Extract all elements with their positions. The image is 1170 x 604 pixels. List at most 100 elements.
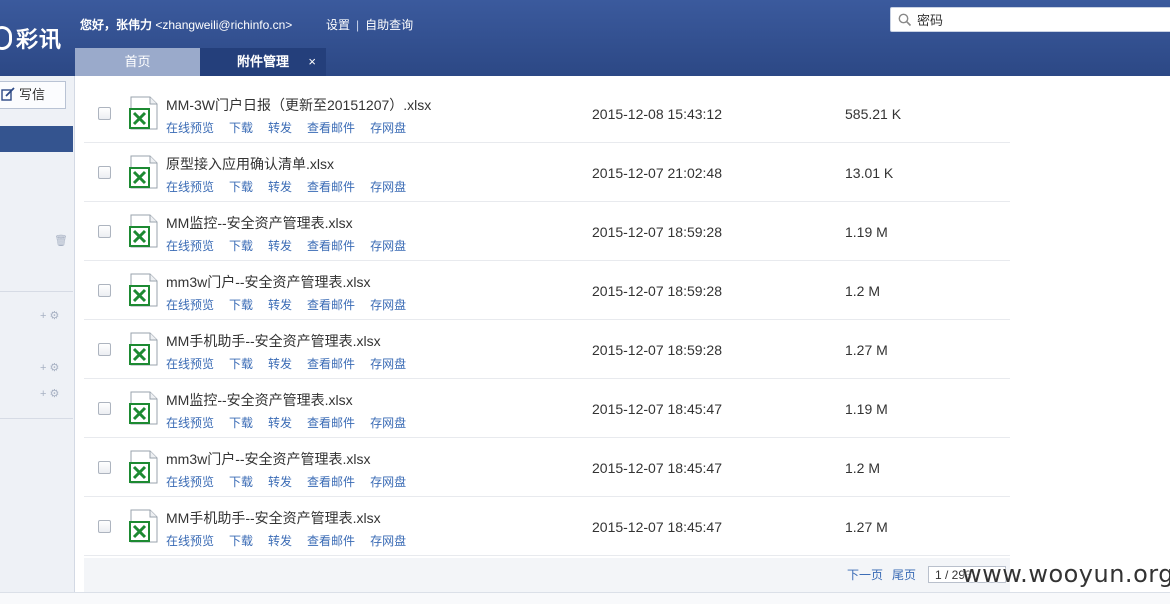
watermark: www.wooyun.org [962, 560, 1170, 588]
table-row[interactable]: MM手机助手--安全资产管理表.xlsx 在线预览 下载 转发 查看邮件 存网盘 2015-… [84, 497, 1010, 556]
file-date: 2015-12-07 18:45:47 [592, 460, 722, 476]
save-to-disk-link[interactable]: 存网盘 [370, 239, 406, 253]
download-link[interactable]: 下载 [229, 121, 253, 135]
file-date: 2015-12-07 18:45:47 [592, 401, 722, 417]
search-input[interactable] [915, 11, 1159, 28]
tab-attachment-label: 附件管理 [236, 54, 289, 69]
user-greeting: 您好，张伟力 <zhangweili@richinfo.cn> [80, 16, 292, 33]
download-link[interactable]: 下载 [229, 416, 253, 430]
table-row[interactable]: MM-3W门户日报（更新至20151207）.xlsx 在线预览 下载 转发 查看邮件 存… [84, 84, 1010, 143]
download-link[interactable]: 下载 [229, 357, 253, 371]
search-icon [898, 13, 912, 27]
file-name[interactable]: MM-3W门户日报（更新至20151207）.xlsx [166, 95, 431, 115]
file-name[interactable]: mm3w门户--安全资产管理表.xlsx [166, 449, 371, 469]
file-actions: 在线预览 下载 转发 查看邮件 存网盘 [166, 237, 421, 254]
excel-file-icon [128, 96, 160, 130]
trash-icon[interactable]: 🗑 [54, 234, 68, 247]
row-checkbox[interactable] [98, 107, 111, 120]
compose-button[interactable]: 写信 [0, 81, 66, 109]
forward-link[interactable]: 转发 [268, 416, 292, 430]
preview-link[interactable]: 在线预览 [166, 298, 214, 312]
row-checkbox[interactable] [98, 402, 111, 415]
view-mail-link[interactable]: 查看邮件 [307, 121, 355, 135]
save-to-disk-link[interactable]: 存网盘 [370, 121, 406, 135]
forward-link[interactable]: 转发 [268, 180, 292, 194]
file-name[interactable]: MM手机助手--安全资产管理表.xlsx [166, 331, 381, 351]
preview-link[interactable]: 在线预览 [166, 475, 214, 489]
file-actions: 在线预览 下载 转发 查看邮件 存网盘 [166, 178, 421, 195]
add-gear-icon[interactable]: + ⚙ [40, 387, 59, 400]
download-link[interactable]: 下载 [229, 298, 253, 312]
sidebar-active-item[interactable] [0, 126, 73, 152]
greeting-text: 您好，张伟力 [80, 18, 153, 32]
preview-link[interactable]: 在线预览 [166, 357, 214, 371]
save-to-disk-link[interactable]: 存网盘 [370, 357, 406, 371]
save-to-disk-link[interactable]: 存网盘 [370, 416, 406, 430]
download-link[interactable]: 下载 [229, 475, 253, 489]
preview-link[interactable]: 在线预览 [166, 180, 214, 194]
preview-link[interactable]: 在线预览 [166, 121, 214, 135]
row-checkbox[interactable] [98, 166, 111, 179]
view-mail-link[interactable]: 查看邮件 [307, 357, 355, 371]
file-size: 585.21 K [845, 106, 902, 122]
preview-link[interactable]: 在线预览 [166, 534, 214, 548]
download-link[interactable]: 下载 [229, 239, 253, 253]
forward-link[interactable]: 转发 [268, 475, 292, 489]
view-mail-link[interactable]: 查看邮件 [307, 298, 355, 312]
last-page-link[interactable]: 尾页 [892, 566, 916, 583]
view-mail-link[interactable]: 查看邮件 [307, 416, 355, 430]
compose-icon [1, 87, 15, 101]
tab-close-icon[interactable]: × [308, 48, 316, 76]
view-mail-link[interactable]: 查看邮件 [307, 534, 355, 548]
forward-link[interactable]: 转发 [268, 357, 292, 371]
table-row[interactable]: MM监控--安全资产管理表.xlsx 在线预览 下载 转发 查看邮件 存网盘 2015-12… [84, 379, 1010, 438]
view-mail-link[interactable]: 查看邮件 [307, 180, 355, 194]
view-mail-link[interactable]: 查看邮件 [307, 239, 355, 253]
excel-file-icon [128, 273, 160, 307]
top-links: 设置 | 自助查询 [326, 16, 413, 33]
file-name[interactable]: mm3w门户--安全资产管理表.xlsx [166, 272, 371, 292]
download-link[interactable]: 下载 [229, 180, 253, 194]
table-row[interactable]: mm3w门户--安全资产管理表.xlsx 在线预览 下载 转发 查看邮件 存网盘 2015-… [84, 438, 1010, 497]
add-gear-icon[interactable]: + ⚙ [40, 361, 59, 374]
search-box[interactable] [890, 7, 1170, 32]
file-date: 2015-12-07 18:59:28 [592, 224, 722, 240]
table-row[interactable]: mm3w门户--安全资产管理表.xlsx 在线预览 下载 转发 查看邮件 存网盘 2015-… [84, 261, 1010, 320]
row-checkbox[interactable] [98, 284, 111, 297]
table-row[interactable]: MM手机助手--安全资产管理表.xlsx 在线预览 下载 转发 查看邮件 存网盘 2015-… [84, 320, 1010, 379]
save-to-disk-link[interactable]: 存网盘 [370, 534, 406, 548]
forward-link[interactable]: 转发 [268, 298, 292, 312]
forward-link[interactable]: 转发 [268, 121, 292, 135]
row-checkbox[interactable] [98, 343, 111, 356]
save-to-disk-link[interactable]: 存网盘 [370, 475, 406, 489]
row-checkbox[interactable] [98, 225, 111, 238]
row-checkbox[interactable] [98, 520, 111, 533]
excel-file-icon [128, 450, 160, 484]
download-link[interactable]: 下载 [229, 534, 253, 548]
save-to-disk-link[interactable]: 存网盘 [370, 298, 406, 312]
save-to-disk-link[interactable]: 存网盘 [370, 180, 406, 194]
forward-link[interactable]: 转发 [268, 239, 292, 253]
next-page-link[interactable]: 下一页 [847, 566, 883, 583]
tab-home[interactable]: 首页 [75, 48, 200, 76]
compose-label: 写信 [19, 87, 46, 102]
table-row[interactable]: MM监控--安全资产管理表.xlsx 在线预览 下载 转发 查看邮件 存网盘 2015-12… [84, 202, 1010, 261]
settings-link[interactable]: 设置 [326, 18, 350, 32]
excel-file-icon [128, 332, 160, 366]
table-row[interactable]: 原型接入应用确认清单.xlsx 在线预览 下载 转发 查看邮件 存网盘 2015-12-07… [84, 143, 1010, 202]
file-size: 1.19 M [845, 401, 888, 417]
file-name[interactable]: MM监控--安全资产管理表.xlsx [166, 213, 353, 233]
preview-link[interactable]: 在线预览 [166, 239, 214, 253]
file-name[interactable]: MM手机助手--安全资产管理表.xlsx [166, 508, 381, 528]
add-gear-icon[interactable]: + ⚙ [40, 309, 59, 322]
preview-link[interactable]: 在线预览 [166, 416, 214, 430]
forward-link[interactable]: 转发 [268, 534, 292, 548]
pager: 下一页 尾页 1 / 293 [84, 558, 1010, 592]
file-name[interactable]: 原型接入应用确认清单.xlsx [166, 154, 334, 174]
tab-attachment-manage[interactable]: 附件管理 × [200, 48, 326, 76]
view-mail-link[interactable]: 查看邮件 [307, 475, 355, 489]
self-service-link[interactable]: 自助查询 [365, 18, 413, 32]
excel-file-icon [128, 509, 160, 543]
row-checkbox[interactable] [98, 461, 111, 474]
file-name[interactable]: MM监控--安全资产管理表.xlsx [166, 390, 353, 410]
